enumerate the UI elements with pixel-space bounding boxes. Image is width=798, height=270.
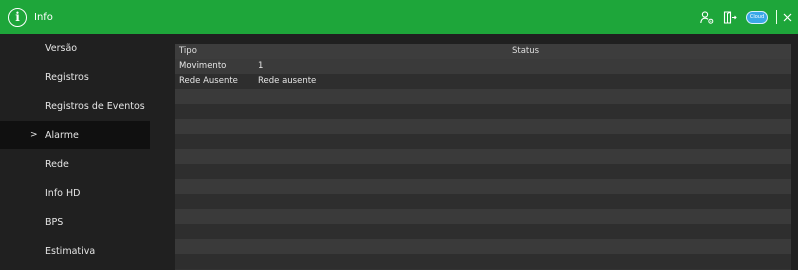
sidebar: Versão Registros Registros de Eventos > … bbox=[0, 34, 150, 270]
sidebar-item-versao[interactable]: Versão bbox=[0, 34, 150, 62]
close-icon[interactable] bbox=[783, 13, 792, 22]
sidebar-item-label: Versão bbox=[45, 42, 78, 54]
chevron-right-icon: > bbox=[30, 130, 38, 140]
table-row-empty bbox=[175, 194, 791, 209]
info-icon: i bbox=[8, 7, 27, 27]
cloud-icon[interactable]: Cloud bbox=[746, 10, 768, 24]
table-row-empty bbox=[175, 164, 791, 179]
table-row-empty bbox=[175, 104, 791, 119]
sidebar-item-registros-de-eventos[interactable]: Registros de Eventos bbox=[0, 92, 150, 120]
table-row-empty bbox=[175, 209, 791, 224]
divider bbox=[776, 10, 777, 24]
title-bar: i Info Cloud bbox=[0, 0, 798, 34]
sidebar-item-label: Rede bbox=[45, 158, 69, 170]
sidebar-item-label: Registros bbox=[45, 71, 89, 83]
table-row-empty bbox=[175, 89, 791, 104]
sidebar-item-label: Estimativa bbox=[45, 245, 96, 257]
table-row-empty bbox=[175, 224, 791, 239]
logout-icon[interactable] bbox=[723, 10, 737, 24]
sidebar-item-info-hd[interactable]: Info HD bbox=[0, 179, 150, 207]
cell-status: 1 bbox=[258, 61, 264, 71]
sidebar-item-estimativa[interactable]: Estimativa bbox=[0, 237, 150, 265]
table-row-empty bbox=[175, 254, 791, 269]
table-row-empty bbox=[175, 149, 791, 164]
cell-tipo: Movimento bbox=[179, 61, 227, 71]
sidebar-item-label: Registros de Eventos bbox=[45, 100, 145, 112]
sidebar-item-registros[interactable]: Registros bbox=[0, 63, 150, 91]
table-row-empty bbox=[175, 239, 791, 254]
table-row-empty bbox=[175, 119, 791, 134]
title-bar-actions: Cloud bbox=[691, 0, 792, 34]
alarm-table: Tipo Status Movimento 1 Rede Ausente Red… bbox=[175, 44, 791, 270]
sidebar-item-bps[interactable]: BPS bbox=[0, 208, 150, 236]
sidebar-item-label: Alarme bbox=[45, 129, 79, 141]
column-header-tipo[interactable]: Tipo bbox=[179, 46, 197, 56]
table-row[interactable]: Rede Ausente Rede ausente bbox=[175, 74, 791, 89]
table-row-empty bbox=[175, 179, 791, 194]
sidebar-item-alarme[interactable]: > Alarme bbox=[0, 121, 150, 149]
cell-status: Rede ausente bbox=[258, 76, 317, 86]
cloud-badge: Cloud bbox=[746, 10, 768, 24]
page-title: Info bbox=[34, 11, 53, 23]
table-header: Tipo Status bbox=[175, 44, 791, 59]
sidebar-item-label: BPS bbox=[45, 216, 64, 228]
sidebar-item-label: Info HD bbox=[45, 187, 81, 199]
cell-tipo: Rede Ausente bbox=[179, 76, 238, 86]
table-row-empty bbox=[175, 134, 791, 149]
table-row[interactable]: Movimento 1 bbox=[175, 59, 791, 74]
column-header-status[interactable]: Status bbox=[512, 46, 539, 56]
sidebar-item-rede[interactable]: Rede bbox=[0, 150, 150, 178]
user-settings-icon[interactable] bbox=[700, 10, 714, 24]
